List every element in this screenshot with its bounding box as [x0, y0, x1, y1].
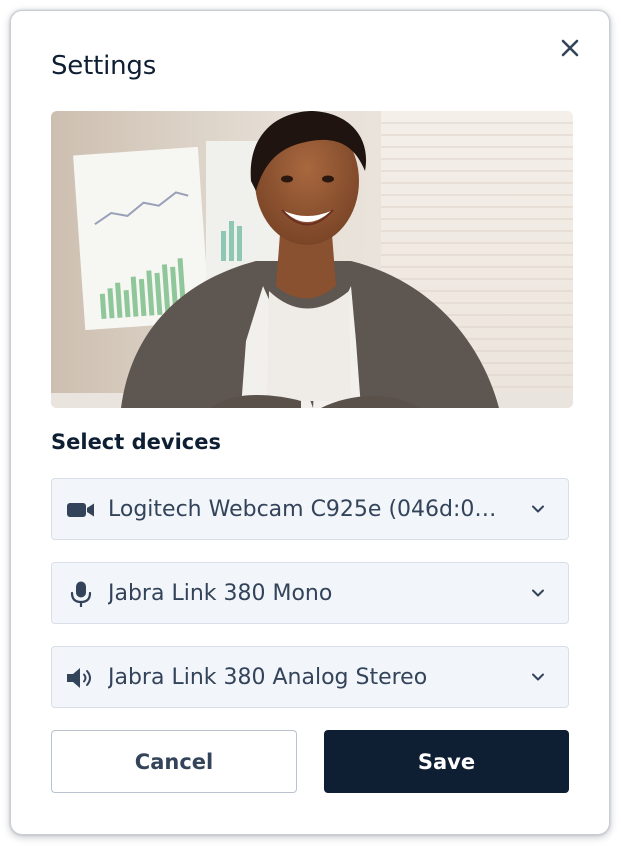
chevron-down-icon: [532, 589, 544, 597]
save-button[interactable]: Save: [324, 730, 569, 793]
chevron-down-icon: [532, 673, 544, 681]
webcam-preview-image: [51, 111, 573, 408]
cancel-button[interactable]: Cancel: [51, 730, 297, 793]
camera-select-value: Logitech Webcam C925e (046d:085b): [108, 497, 508, 522]
speaker-select-value: Jabra Link 380 Analog Stereo: [108, 665, 428, 690]
settings-dialog: Settings Select devices Logitech Webcam …: [10, 10, 610, 835]
speaker-icon: [67, 668, 91, 688]
microphone-select[interactable]: Jabra Link 380 Mono: [51, 562, 569, 624]
select-devices-label: Select devices: [51, 430, 221, 454]
video-camera-icon: [67, 503, 94, 517]
dialog-title: Settings: [51, 51, 157, 81]
microphone-icon: [70, 581, 92, 607]
chevron-down-icon: [532, 505, 544, 513]
microphone-select-value: Jabra Link 380 Mono: [108, 581, 333, 606]
camera-preview: [51, 111, 573, 408]
close-button[interactable]: [559, 37, 581, 59]
close-icon: [561, 39, 579, 57]
camera-select[interactable]: Logitech Webcam C925e (046d:085b): [51, 478, 569, 540]
speaker-select[interactable]: Jabra Link 380 Analog Stereo: [51, 646, 569, 708]
